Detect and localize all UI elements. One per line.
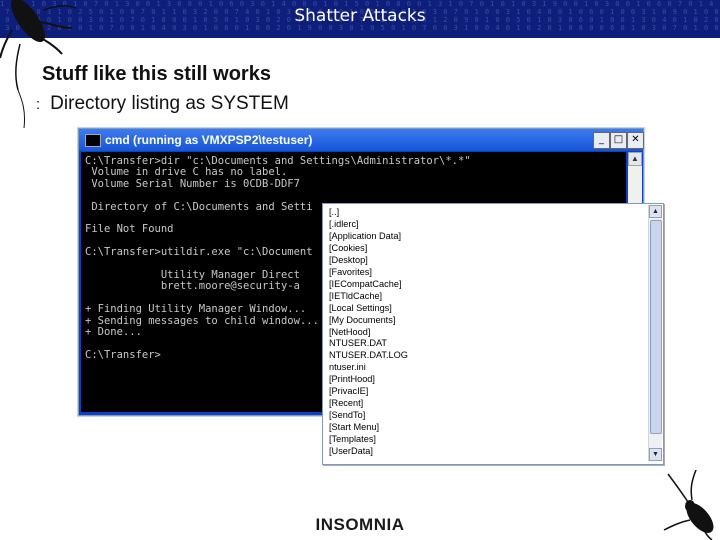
listbox-scroll-up-icon[interactable]: ▲ [649,205,662,218]
listbox-item[interactable]: [PrintHood] [329,374,639,386]
listbox-item[interactable]: [Start Menu] [329,422,639,434]
cmd-titlebar[interactable]: cmd (running as VMXPSP2\testuser) _ □ ✕ [79,129,644,151]
bullet-mark: : [36,96,41,113]
console-app-icon [85,134,101,147]
listbox-item[interactable]: [Recent] [329,398,639,410]
listbox-item[interactable]: [..] [329,207,639,219]
listbox-item[interactable]: [Cookies] [329,243,639,255]
insomnia-logo: INSOMNIA [315,515,405,534]
listbox-item[interactable]: [Application Data] [329,231,639,243]
listbox-item[interactable]: [UserData] [329,446,639,458]
bullet-text: Directory listing as SYSTEM [50,93,289,114]
listbox-item[interactable]: NTUSER.DAT [329,338,639,350]
listbox-item[interactable]: [.idlerc] [329,219,639,231]
listbox-item[interactable]: [SendTo] [329,410,639,422]
listbox-items: [..] [.idlerc] [Application Data] [Cookies]… [329,207,639,458]
listbox-item[interactable]: [IETldCache] [329,291,639,303]
maximize-button[interactable]: □ [610,132,627,149]
scroll-up-arrow-icon[interactable]: ▲ [628,152,642,166]
slide-header: 1 0 0 1 0 3 0 1 0 7 0 1 3 0 0 1 3 0 8 0 … [0,0,720,38]
listbox-item[interactable]: [Local Settings] [329,303,639,315]
listbox-item[interactable]: ntuser.ini [329,362,639,374]
listbox-item[interactable]: [NetHood] [329,327,639,339]
close-button[interactable]: ✕ [627,132,644,149]
minimize-button[interactable]: _ [593,132,610,149]
bullet-point: : Directory listing as SYSTEM [36,93,289,115]
listbox-scroll-down-icon[interactable]: ▼ [649,448,662,461]
listbox-item[interactable]: [Favorites] [329,267,639,279]
listbox-scrollbar[interactable]: ▲ ▼ [648,205,662,461]
directory-listbox[interactable]: [..] [.idlerc] [Application Data] [Cookies]… [322,203,664,465]
cmd-window-title: cmd (running as VMXPSP2\testuser) [105,133,313,147]
listbox-item[interactable]: [IECompatCache] [329,279,639,291]
listbox-scroll-thumb[interactable] [650,220,662,434]
cockroach-icon [663,470,714,540]
listbox-item[interactable]: [Desktop] [329,255,639,267]
listbox-item[interactable]: NTUSER.DAT.LOG [329,350,639,362]
slide-heading: Stuff like this still works [42,63,271,85]
listbox-item[interactable]: [PrivacIE] [329,386,639,398]
slide-title: Shatter Attacks [294,6,426,26]
listbox-item[interactable]: [Templates] [329,434,639,446]
listbox-item[interactable]: [My Documents] [329,315,639,327]
